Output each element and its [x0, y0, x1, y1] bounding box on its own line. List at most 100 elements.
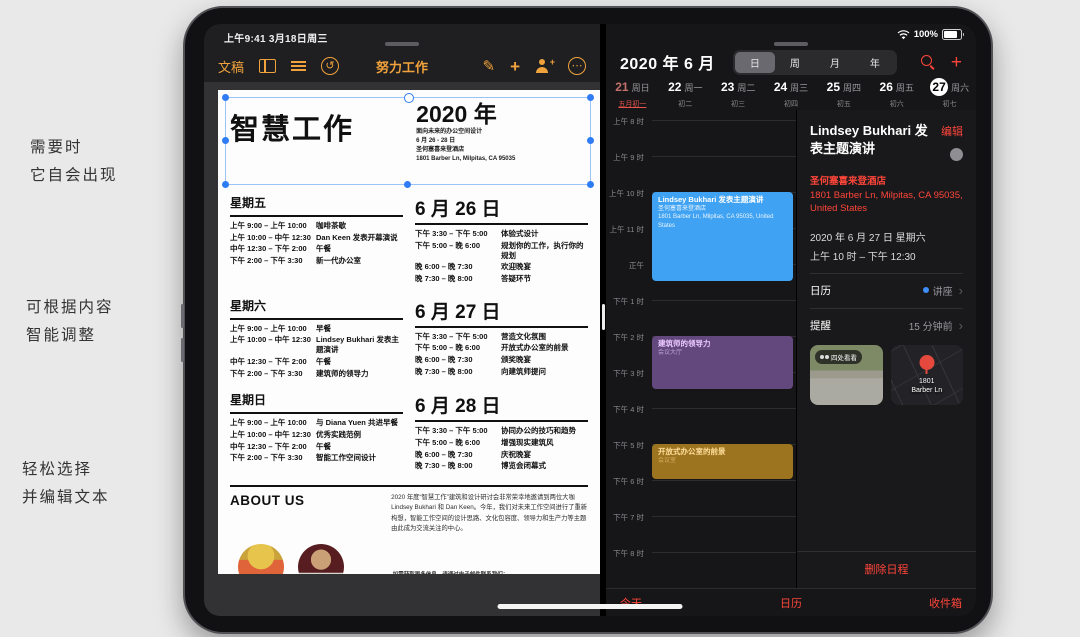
home-indicator[interactable] — [498, 604, 683, 609]
hour-row: 下午 8 时 — [606, 552, 796, 588]
event-leadership[interactable]: 建筑师的领导力 会议大厅 — [652, 336, 793, 389]
weekday-heading: 星期五 — [230, 194, 403, 217]
event-detail-panel: Lindsey Bukhari 发表主题演讲 编辑 圣何塞喜来登酒店 1801 … — [796, 110, 976, 588]
battery-percent: 100% — [914, 29, 938, 40]
selection-handle[interactable] — [587, 137, 594, 144]
calendar-row[interactable]: 日历 讲座 › — [810, 273, 963, 298]
multitask-grabber-left[interactable] — [385, 42, 419, 46]
meta-line: 圣何塞喜来登酒店 — [416, 146, 515, 155]
speaker-photo-dan — [298, 544, 344, 574]
ipad-device: 上午9:41 3月18日周三 文稿 ↺ 努力工作 ✎ + + ⋯ — [183, 6, 993, 634]
delete-event-button[interactable]: 删除日程 — [797, 551, 976, 588]
event-time: 上午 10 时 – 下午 12:30 — [810, 248, 963, 263]
edit-button[interactable]: 编辑 — [941, 126, 963, 138]
more-options-icon[interactable]: ⋯ — [568, 57, 586, 75]
view-segment[interactable]: 年 — [855, 52, 895, 73]
pages-app: 上午9:41 3月18日周三 文稿 ↺ 努力工作 ✎ + + ⋯ — [204, 24, 600, 616]
schedule-row: 上午 10:00 – 中午 12:30 Dan Keen 发表开幕演说 — [230, 233, 403, 243]
event-keynote[interactable]: Lindsey Bukhari 发表主题演讲 圣何塞喜来登酒店 1801 Bar… — [652, 192, 793, 281]
date-heading: 6 月 26 日 — [415, 194, 588, 225]
selection-handle[interactable] — [587, 94, 594, 101]
view-segment[interactable]: 月 — [815, 52, 855, 73]
schedule-row: 下午 5:00 – 晚 6:00 规划你的工作，执行你的规划 — [415, 241, 588, 261]
contact-info: 如需获取更多信息，请通过电子邮件联系我们： teamsmartwork@iclo… — [393, 571, 586, 574]
alert-row[interactable]: 提醒 15 分钟前 › — [810, 308, 963, 333]
document-canvas: 智慧工作 2020 年 面向未来的办公空间设计6 月 26 - 28 日圣何塞喜… — [204, 82, 600, 616]
undo-icon[interactable]: ↺ — [321, 57, 339, 75]
document-page[interactable]: 智慧工作 2020 年 面向未来的办公空间设计6 月 26 - 28 日圣何塞喜… — [218, 90, 600, 574]
selection-handle[interactable] — [404, 181, 411, 188]
hour-row: 下午 6 时 — [606, 480, 796, 516]
conference-title: 智慧工作 — [230, 106, 354, 178]
event-title: Lindsey Bukhari 发表主题演讲 — [810, 122, 929, 166]
split-view-drag-handle[interactable] — [602, 304, 605, 330]
wifi-icon — [897, 30, 910, 40]
schedule-row: 中午 12:30 – 下午 2:00 午餐 — [230, 357, 403, 367]
add-event-icon[interactable]: + — [951, 53, 962, 72]
list-view-icon[interactable] — [291, 61, 306, 63]
map-thumbnail[interactable]: 1801 Barber Ln — [891, 345, 964, 405]
status-bar-right: 100% — [897, 29, 962, 40]
schedule-row: 下午 2:00 – 下午 3:30 建筑师的领导力 — [230, 369, 403, 379]
about-us-section: ABOUT US 2020 年度“智慧工作”建筑和设计研讨会非常荣幸地邀请到两位… — [230, 485, 588, 574]
battery-icon — [942, 29, 962, 40]
selection-handle[interactable] — [222, 181, 229, 188]
hour-row: 下午 7 时 — [606, 516, 796, 552]
schedule-row: 下午 2:00 – 下午 3:30 智能工作空间设计 — [230, 453, 403, 463]
schedule-row: 下午 5:00 – 晚 6:00 开放式办公室的前景 — [415, 343, 588, 353]
schedule-row: 中午 12:30 – 下午 2:00 午餐 — [230, 442, 403, 452]
weekday-heading: 星期日 — [230, 391, 403, 414]
selection-handle-top[interactable] — [404, 93, 414, 103]
marketing-canvas: 需要时 它自会出现 可根据内容 智能调整 轻松选择 并编辑文本 上午9:41 3… — [0, 0, 1080, 637]
calendar-color-dot — [923, 287, 929, 293]
map-pin-label: 1801 Barber Ln — [891, 377, 964, 395]
selection-handle[interactable] — [222, 137, 229, 144]
schedule-row: 晚 6:00 – 晚 7:30 庆祝晚宴 — [415, 450, 588, 460]
event-location-address[interactable]: 1801 Barber Ln, Milpitas, CA 95035, Unit… — [810, 189, 963, 216]
schedule-row: 晚 7:30 – 晚 8:00 向建筑师提问 — [415, 367, 588, 377]
format-brush-icon[interactable]: ✎ — [482, 57, 495, 75]
volume-down-button — [181, 338, 184, 362]
schedule-row: 下午 3:30 – 下午 5:00 营造文化氛围 — [415, 332, 588, 342]
chevron-right-icon: › — [959, 284, 963, 297]
about-heading: ABOUT US — [230, 493, 391, 535]
collaborate-icon[interactable]: + — [535, 59, 553, 73]
schedule-row: 上午 10:00 – 中午 12:30 优秀实践范例 — [230, 430, 403, 440]
date-heading: 6 月 27 日 — [415, 297, 588, 328]
schedule-row: 上午 9:00 – 上午 10:00 咖啡茶歇 — [230, 221, 403, 231]
schedule-row: 下午 3:30 – 下午 5:00 体验式设计 — [415, 229, 588, 239]
calendar-bottom-bar: 今天 日历 收件箱 — [606, 588, 976, 616]
volume-up-button — [181, 304, 184, 328]
selection-handle[interactable] — [222, 94, 229, 101]
schedule-row: 上午 9:00 – 上午 10:00 与 Diana Yuen 共进早餐 — [230, 418, 403, 428]
status-bar-time-date: 上午9:41 3月18日周三 — [224, 30, 328, 45]
day-timeline-view[interactable]: 上午 8 时 上午 9 时 上午 10 时 上午 11 时 正午 — [606, 24, 796, 588]
annotation-appears-when-needed: 需要时 它自会出现 — [30, 134, 118, 190]
schedule-row: 中午 12:30 – 下午 2:00 午餐 — [230, 244, 403, 254]
schedule-row: 晚 7:30 – 晚 8:00 博览会闭幕式 — [415, 461, 588, 471]
annotation-select-edit-text: 轻松选择 并编辑文本 — [22, 456, 110, 512]
selection-handle[interactable] — [587, 181, 594, 188]
event-open-office[interactable]: 开放式办公室的前景 会议室 — [652, 444, 793, 479]
ipad-screen: 上午9:41 3月18日周三 文稿 ↺ 努力工作 ✎ + + ⋯ — [204, 24, 976, 616]
insert-plus-icon[interactable]: + — [510, 58, 520, 75]
hour-row: 下午 4 时 — [606, 408, 796, 444]
schedule-row: 下午 5:00 – 晚 6:00 增强现实建筑风 — [415, 438, 588, 448]
schedule-day-sunday: 星期日 上午 9:00 – 上午 10:00 与 Diana Yuen 共进早餐… — [230, 391, 588, 473]
weekday-heading: 星期六 — [230, 297, 403, 320]
schedule-row: 晚 6:00 – 晚 7:30 欢迎晚宴 — [415, 262, 588, 272]
page-thumbnails-icon[interactable] — [259, 59, 276, 73]
inbox-button[interactable]: 收件箱 — [929, 595, 962, 611]
binoculars-icon — [820, 355, 824, 359]
document-header[interactable]: 智慧工作 2020 年 面向未来的办公空间设计6 月 26 - 28 日圣何塞喜… — [230, 100, 588, 178]
schedule-day-friday: 星期五 上午 9:00 – 上午 10:00 咖啡茶歇 上午 10:00 – 中… — [230, 194, 588, 286]
documents-button[interactable]: 文稿 — [218, 57, 244, 76]
conference-year: 2020 年 — [416, 102, 515, 126]
schedule-row: 上午 9:00 – 上午 10:00 早餐 — [230, 324, 403, 334]
look-around-thumbnail[interactable]: 四处看看 — [810, 345, 883, 405]
schedule-row: 上午 10:00 – 中午 12:30 Lindsey Bukhari 发表主题… — [230, 335, 403, 355]
calendar-app: 100% 2020 年 6 月 日周月年 + 21周日 五月初一 — [606, 24, 976, 616]
event-location-name[interactable]: 圣何塞喜来登酒店 — [810, 173, 963, 187]
contact-avatar-dot[interactable] — [950, 148, 963, 161]
search-icon[interactable] — [921, 55, 935, 69]
